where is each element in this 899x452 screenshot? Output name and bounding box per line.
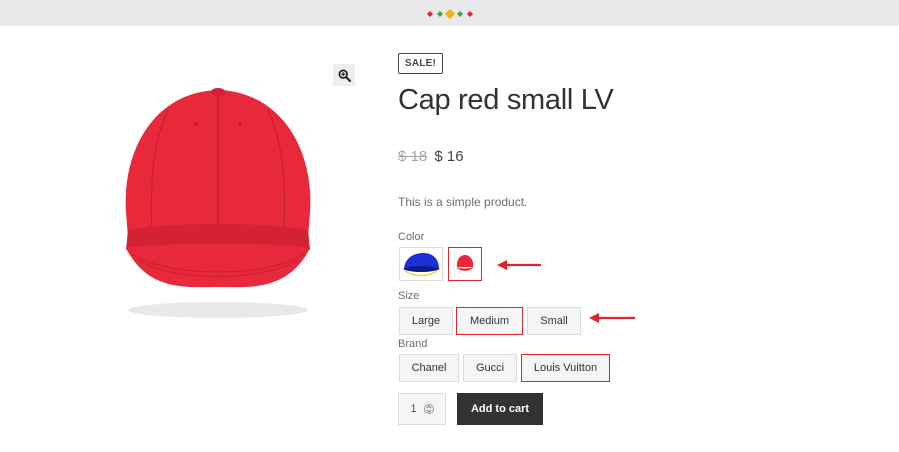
annotation-arrow-color bbox=[497, 260, 541, 270]
size-option-small[interactable]: Small bbox=[527, 307, 581, 335]
blue-cap-thumbnail bbox=[403, 253, 440, 277]
sale-badge: SALE! bbox=[398, 53, 443, 74]
add-to-cart-button[interactable]: Add to cart bbox=[457, 393, 543, 425]
product-image[interactable] bbox=[108, 82, 328, 327]
brand-label: Brand bbox=[398, 338, 428, 350]
color-swatch-red[interactable] bbox=[448, 247, 482, 281]
size-option-medium[interactable]: Medium bbox=[456, 307, 523, 335]
quantity-stepper[interactable]: 1 bbox=[398, 393, 446, 425]
price-old: $ 18 bbox=[398, 148, 428, 165]
brand-option-louis-vuitton[interactable]: Louis Vuitton bbox=[521, 354, 610, 382]
brand-option-gucci[interactable]: Gucci bbox=[463, 354, 517, 382]
annotation-arrow-size bbox=[589, 313, 635, 323]
spinner-icon[interactable] bbox=[423, 404, 434, 414]
zoom-in-icon bbox=[338, 69, 351, 82]
price-new: $ 16 bbox=[434, 148, 464, 165]
color-swatch-blue[interactable] bbox=[399, 247, 443, 281]
size-option-large[interactable]: Large bbox=[399, 307, 453, 335]
diamond-dots-logo bbox=[427, 9, 473, 19]
product-title: Cap red small LV bbox=[398, 84, 614, 116]
price: $ 18 $ 16 bbox=[398, 148, 464, 165]
brand-option-chanel[interactable]: Chanel bbox=[399, 354, 459, 382]
color-label: Color bbox=[398, 231, 425, 243]
product-description: This is a simple product. bbox=[398, 195, 528, 209]
zoom-button[interactable] bbox=[333, 64, 355, 86]
top-strip bbox=[0, 0, 899, 26]
red-cap-thumbnail bbox=[456, 255, 474, 271]
quantity-value: 1 bbox=[410, 403, 417, 415]
size-label: Size bbox=[398, 290, 420, 302]
up-down-arrows-icon bbox=[426, 405, 431, 413]
